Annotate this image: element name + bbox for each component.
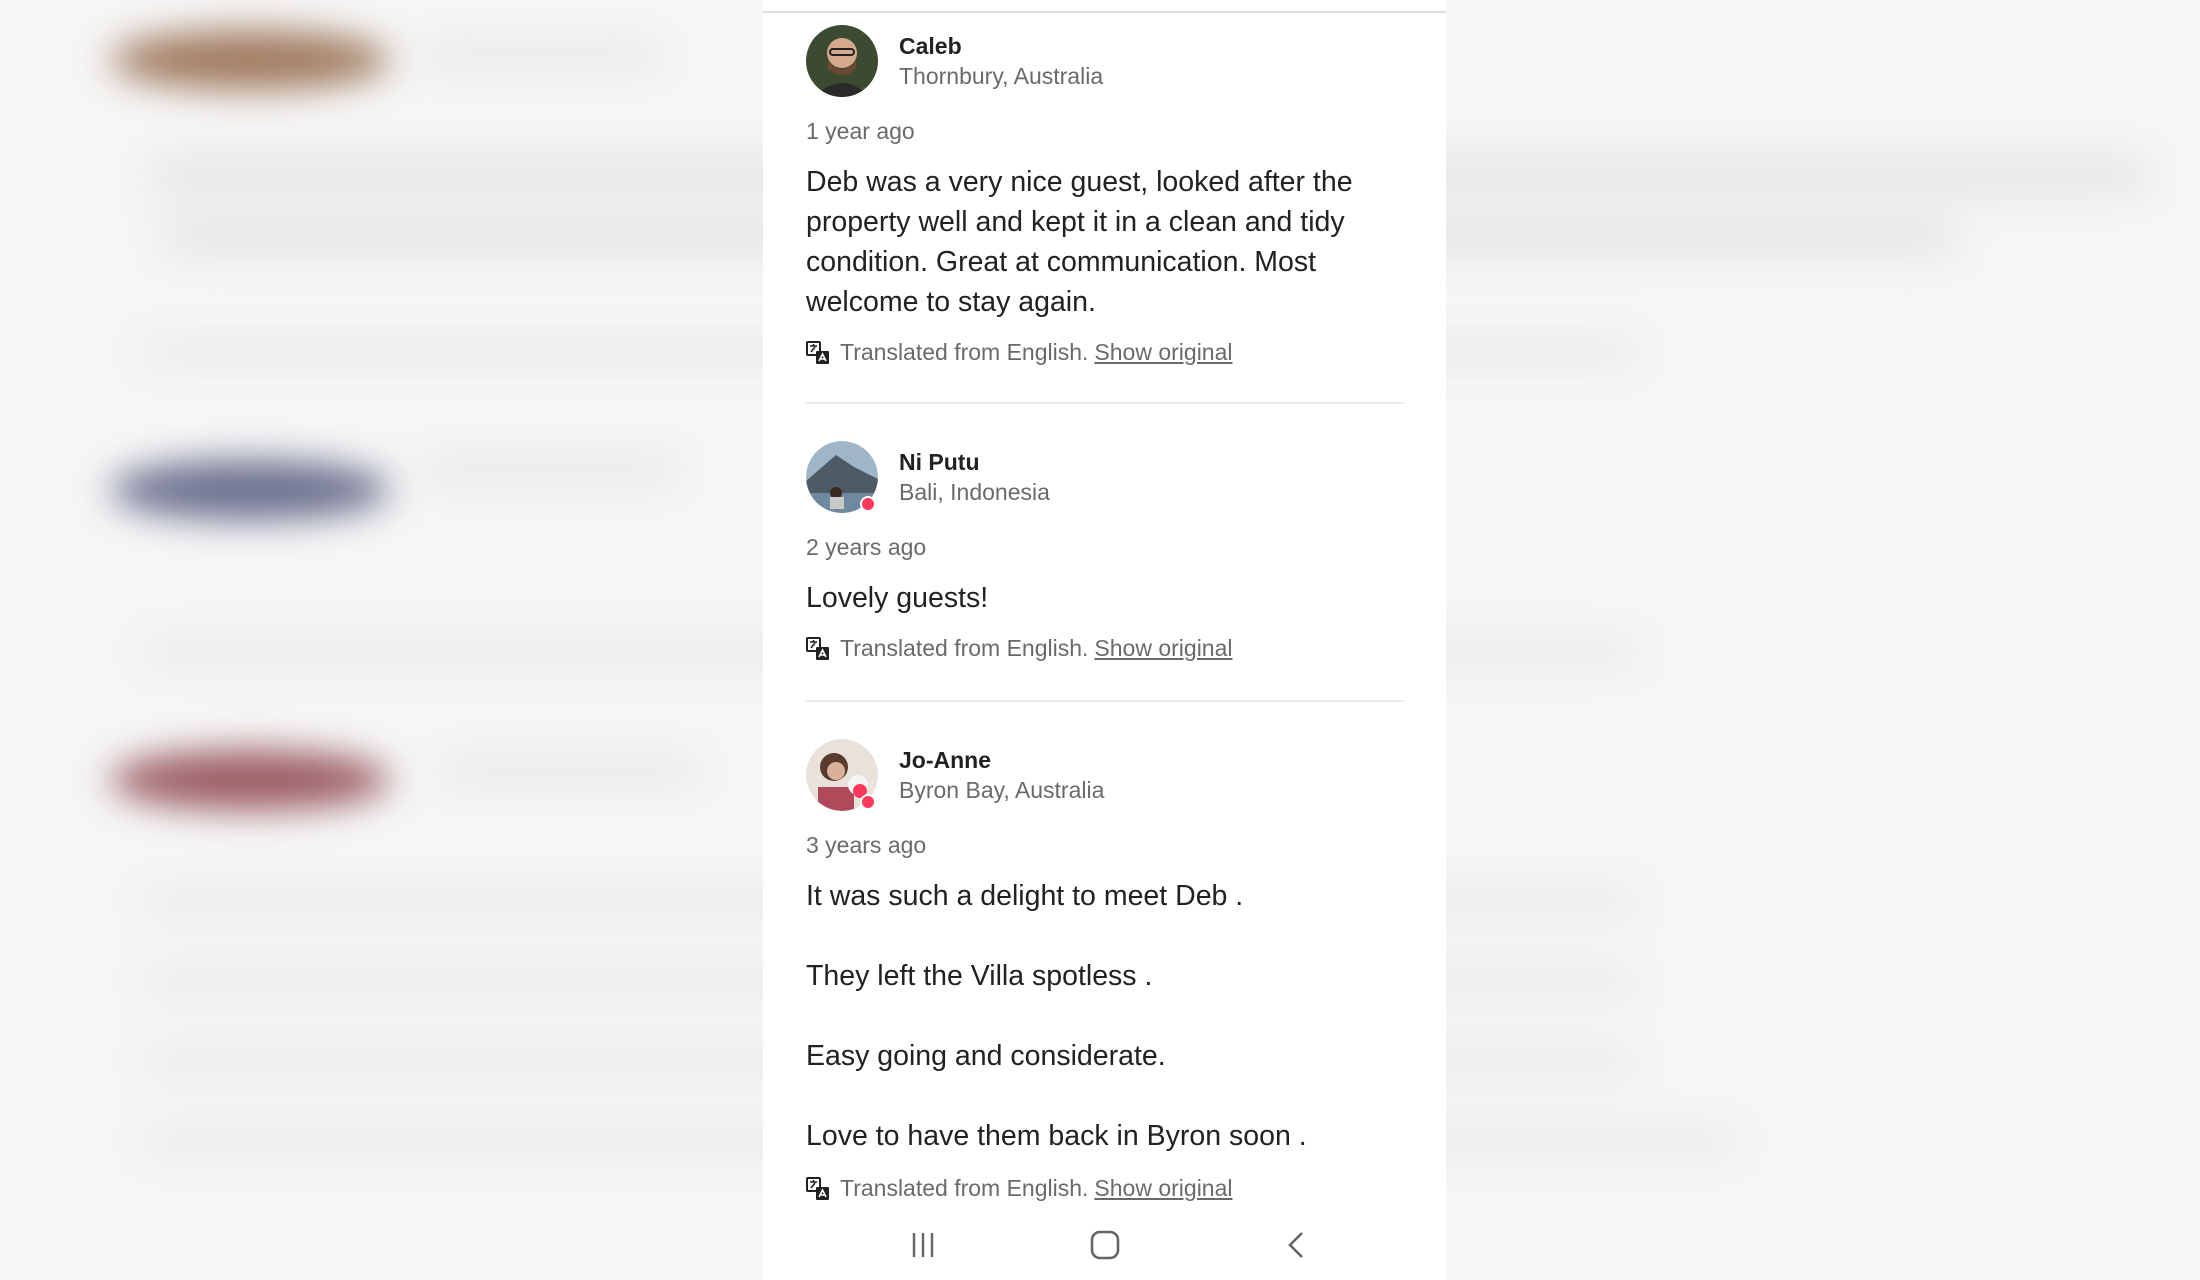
- translate-icon: [806, 636, 829, 660]
- blurred-text: [420, 45, 660, 65]
- review-date: 3 years ago: [806, 832, 927, 858]
- blurred-avatar: [110, 750, 390, 810]
- divider: [763, 11, 1446, 13]
- reviewer-name: Ni Putu: [899, 449, 980, 475]
- translated-label: Translated from English.: [840, 635, 1089, 661]
- system-nav-bar: [763, 1215, 1446, 1275]
- divider: [806, 700, 1404, 702]
- blurred-text: [420, 460, 680, 480]
- translation-note: Translated from English. Show original: [806, 1175, 1233, 1202]
- reviewer-location: Bali, Indonesia: [899, 479, 1050, 505]
- blurred-avatar: [110, 30, 390, 90]
- translated-label: Translated from English.: [840, 1175, 1089, 1201]
- review-paragraph: Deb was a very nice guest, looked after …: [806, 166, 1353, 318]
- reviewer-name: Jo-Anne: [899, 747, 991, 773]
- review-text: Deb was a very nice guest, looked after …: [806, 162, 1404, 322]
- translated-label: Translated from English.: [840, 339, 1089, 365]
- review-date: 1 year ago: [806, 118, 915, 144]
- reviewer-name: Caleb: [899, 33, 962, 59]
- reviewer-avatar[interactable]: [806, 25, 878, 97]
- translation-note: Translated from English. Show original: [806, 635, 1233, 662]
- reviewer-location: Byron Bay, Australia: [899, 777, 1105, 803]
- show-original-link[interactable]: Show original: [1094, 635, 1232, 662]
- review-paragraph: It was such a delight to meet Deb .: [806, 880, 1244, 912]
- reviewer-avatar[interactable]: [806, 441, 878, 513]
- translation-note: Translated from English. Show original: [806, 339, 1233, 366]
- back-icon[interactable]: [1267, 1223, 1327, 1267]
- review-paragraph: They left the Villa spotless .: [806, 960, 1153, 992]
- superhost-badge: [860, 794, 876, 810]
- review-paragraph: Lovely guests!: [806, 582, 989, 614]
- recent-apps-icon[interactable]: [893, 1223, 953, 1267]
- show-original-link[interactable]: Show original: [1094, 1175, 1232, 1202]
- review-paragraph: Easy going and considerate.: [806, 1040, 1166, 1072]
- superhost-badge: [860, 496, 876, 512]
- review-text: It was such a delight to meet Deb . They…: [806, 876, 1404, 1156]
- blurred-text: [440, 760, 700, 780]
- review-text: Lovely guests!: [806, 578, 1404, 618]
- blurred-avatar: [110, 460, 390, 520]
- reviewer-location: Thornbury, Australia: [899, 63, 1104, 89]
- reviews-panel[interactable]: Caleb Thornbury, Australia 1 year ago De…: [763, 0, 1446, 1280]
- translate-icon: [806, 1176, 829, 1200]
- reviewer-avatar[interactable]: [806, 739, 878, 811]
- translate-icon: [806, 340, 829, 364]
- divider: [806, 402, 1404, 404]
- home-icon[interactable]: [1075, 1223, 1135, 1267]
- show-original-link[interactable]: Show original: [1094, 339, 1232, 366]
- review-date: 2 years ago: [806, 534, 927, 560]
- review-paragraph: Love to have them back in Byron soon .: [806, 1120, 1307, 1152]
